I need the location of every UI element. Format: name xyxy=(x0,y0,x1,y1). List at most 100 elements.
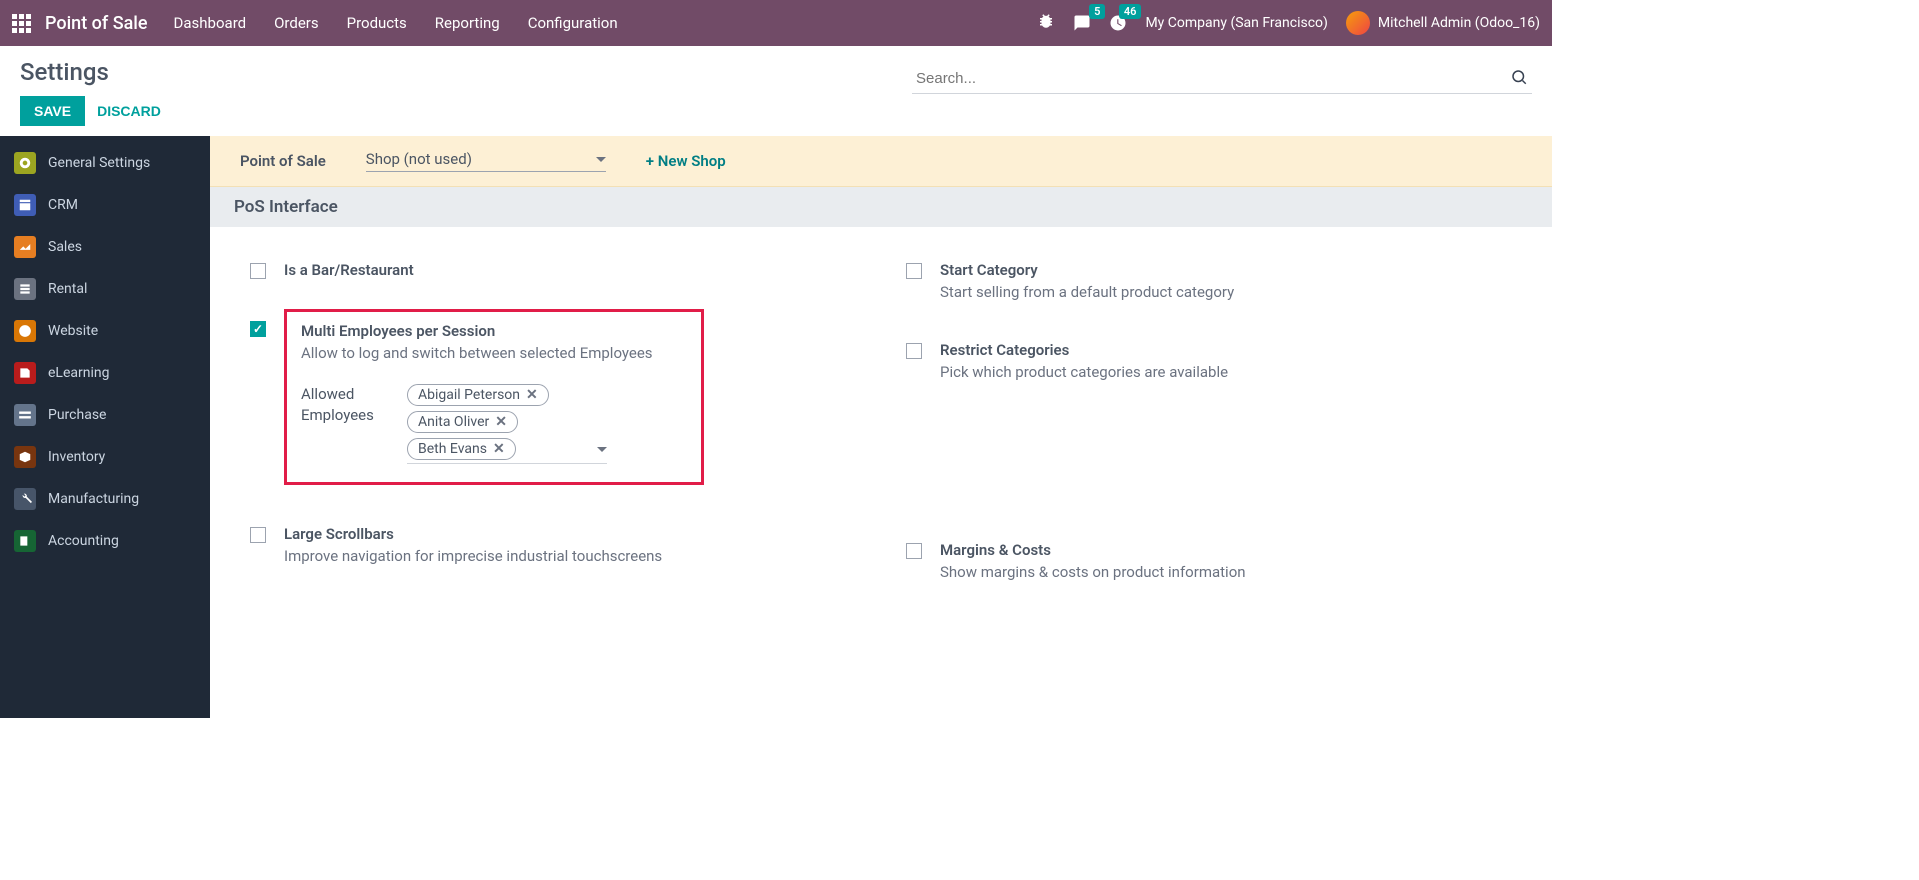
nav-menu: Dashboard Orders Products Reporting Conf… xyxy=(174,14,618,32)
pos-selector-bar: Point of Sale Shop (not used) + New Shop xyxy=(210,136,1552,187)
topnav-right: 5 46 My Company (San Francisco) Mitchell… xyxy=(1037,11,1540,35)
sidebar-item-label: CRM xyxy=(48,197,78,213)
user-menu[interactable]: Mitchell Admin (Odoo_16) xyxy=(1346,11,1540,35)
sidebar-item-general-settings[interactable]: General Settings xyxy=(0,142,210,184)
nav-reporting[interactable]: Reporting xyxy=(435,14,500,32)
allowed-employees-label: Allowed Employees xyxy=(301,384,387,464)
tag-label: Beth Evans xyxy=(418,441,487,457)
sidebar-item-rental[interactable]: Rental xyxy=(0,268,210,310)
sidebar-icon xyxy=(14,404,36,426)
desc-large-scrollbars: Improve navigation for imprecise industr… xyxy=(284,547,662,565)
label-restrict-categories: Restrict Categories xyxy=(940,341,1228,359)
tag-remove-icon[interactable]: ✕ xyxy=(495,414,507,430)
user-name: Mitchell Admin (Odoo_16) xyxy=(1378,15,1540,31)
sidebar-item-label: Inventory xyxy=(48,449,105,465)
settings-sidebar: General Settings CRM Sales Rental Website eLe… xyxy=(0,136,210,718)
setting-start-category: Start Category Start selling from a defa… xyxy=(906,261,1522,301)
sidebar-item-label: Manufacturing xyxy=(48,491,139,507)
sidebar-item-purchase[interactable]: Purchase xyxy=(0,394,210,436)
sidebar-icon xyxy=(14,152,36,174)
checkbox-start-category[interactable] xyxy=(906,263,922,279)
label-start-category: Start Category xyxy=(940,261,1234,279)
pos-selector-label: Point of Sale xyxy=(240,152,326,170)
nav-configuration[interactable]: Configuration xyxy=(528,14,618,32)
sidebar-icon xyxy=(14,488,36,510)
label-multi-employees: Multi Employees per Session xyxy=(301,322,687,340)
label-large-scrollbars: Large Scrollbars xyxy=(284,525,662,543)
avatar xyxy=(1346,11,1370,35)
nav-orders[interactable]: Orders xyxy=(274,14,319,32)
checkbox-restrict-categories[interactable] xyxy=(906,343,922,359)
sidebar-icon xyxy=(14,320,36,342)
checkbox-bar-restaurant[interactable] xyxy=(250,263,266,279)
sidebar-item-label: Sales xyxy=(48,239,82,255)
pos-select[interactable]: Shop (not used) xyxy=(366,150,606,172)
label-bar-restaurant: Is a Bar/Restaurant xyxy=(284,261,414,279)
sidebar-icon xyxy=(14,194,36,216)
employee-tag[interactable]: Abigail Peterson ✕ xyxy=(407,384,549,406)
sidebar-item-label: General Settings xyxy=(48,155,150,171)
chevron-down-icon[interactable] xyxy=(597,447,607,452)
new-shop-button[interactable]: + New Shop xyxy=(646,152,726,170)
setting-margins-costs: Margins & Costs Show margins & costs on … xyxy=(906,541,1522,581)
activities-badge: 46 xyxy=(1119,4,1142,19)
label-margins-costs: Margins & Costs xyxy=(940,541,1246,559)
section-pos-interface: PoS Interface xyxy=(210,187,1552,227)
page-title: Settings xyxy=(20,58,161,86)
bug-icon[interactable] xyxy=(1037,12,1055,34)
checkbox-large-scrollbars[interactable] xyxy=(250,527,266,543)
employee-tag[interactable]: Beth Evans ✕ xyxy=(407,438,516,460)
sidebar-item-manufacturing[interactable]: Manufacturing xyxy=(0,478,210,520)
setting-large-scrollbars: Large Scrollbars Improve navigation for … xyxy=(250,525,866,565)
nav-dashboard[interactable]: Dashboard xyxy=(174,14,247,32)
sidebar-item-label: eLearning xyxy=(48,365,109,381)
sidebar-icon xyxy=(14,362,36,384)
sidebar-icon xyxy=(14,278,36,300)
chevron-down-icon xyxy=(596,157,606,162)
save-button[interactable]: SAVE xyxy=(20,96,85,126)
desc-margins-costs: Show margins & costs on product informat… xyxy=(940,563,1246,581)
checkbox-margins-costs[interactable] xyxy=(906,543,922,559)
setting-multi-employees: Multi Employees per Session Allow to log… xyxy=(250,319,866,485)
sidebar-item-label: Accounting xyxy=(48,533,119,549)
sidebar-item-label: Website xyxy=(48,323,98,339)
desc-multi-employees: Allow to log and switch between selected… xyxy=(301,344,687,362)
nav-products[interactable]: Products xyxy=(347,14,407,32)
messages-icon[interactable]: 5 xyxy=(1073,14,1091,32)
sidebar-item-website[interactable]: Website xyxy=(0,310,210,352)
sidebar-item-inventory[interactable]: Inventory xyxy=(0,436,210,478)
tag-label: Anita Oliver xyxy=(418,414,489,430)
sidebar-item-accounting[interactable]: Accounting xyxy=(0,520,210,562)
checkbox-multi-employees[interactable] xyxy=(250,321,266,337)
employee-tag[interactable]: Anita Oliver ✕ xyxy=(407,411,518,433)
setting-restrict-categories: Restrict Categories Pick which product c… xyxy=(906,341,1522,381)
company-switcher[interactable]: My Company (San Francisco) xyxy=(1145,15,1327,31)
tag-remove-icon[interactable]: ✕ xyxy=(493,441,505,457)
top-nav: Point of Sale Dashboard Orders Products … xyxy=(0,0,1552,46)
sidebar-item-label: Rental xyxy=(48,281,87,297)
sidebar-item-elearning[interactable]: eLearning xyxy=(0,352,210,394)
tag-label: Abigail Peterson xyxy=(418,387,520,403)
highlighted-setting: Multi Employees per Session Allow to log… xyxy=(284,309,704,485)
setting-bar-restaurant: Is a Bar/Restaurant xyxy=(250,261,866,279)
sidebar-item-crm[interactable]: CRM xyxy=(0,184,210,226)
app-title[interactable]: Point of Sale xyxy=(45,13,148,34)
search-icon[interactable] xyxy=(1510,68,1528,90)
search-input[interactable] xyxy=(912,64,1532,94)
sidebar-icon xyxy=(14,530,36,552)
tag-remove-icon[interactable]: ✕ xyxy=(526,387,538,403)
pos-selected-value: Shop (not used) xyxy=(366,150,472,168)
sidebar-icon xyxy=(14,446,36,468)
sidebar-item-label: Purchase xyxy=(48,407,106,423)
sidebar-icon xyxy=(14,236,36,258)
settings-content: Point of Sale Shop (not used) + New Shop… xyxy=(210,136,1552,718)
discard-button[interactable]: DISCARD xyxy=(97,103,161,119)
apps-icon[interactable] xyxy=(12,14,31,33)
desc-start-category: Start selling from a default product cat… xyxy=(940,283,1234,301)
messages-badge: 5 xyxy=(1089,4,1105,19)
desc-restrict-categories: Pick which product categories are availa… xyxy=(940,363,1228,381)
sidebar-item-sales[interactable]: Sales xyxy=(0,226,210,268)
control-panel: Settings SAVE DISCARD xyxy=(0,46,1552,136)
activities-icon[interactable]: 46 xyxy=(1109,14,1127,32)
allowed-employees-tags[interactable]: Abigail Peterson✕Anita Oliver✕Beth Evans… xyxy=(407,384,607,464)
